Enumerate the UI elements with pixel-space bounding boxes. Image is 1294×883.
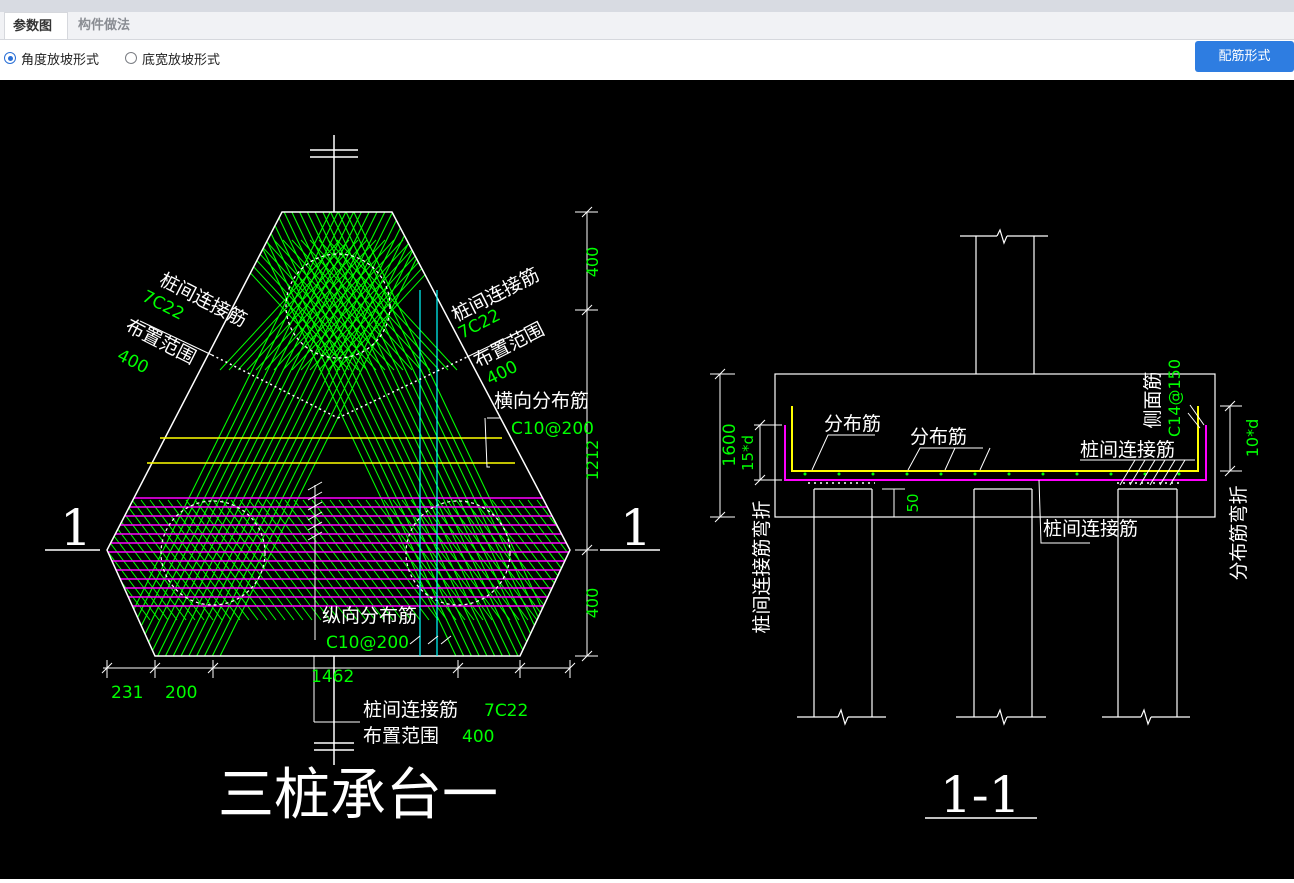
- radio-selected-icon: [4, 52, 16, 64]
- diagonal-rebar-bar: [216, 212, 509, 656]
- section-view: 1600 15*d 50 10*d 桩间连接筋弯折 分布筋弯折 侧面筋 C14@…: [710, 228, 1262, 824]
- radio-unselected-icon: [125, 52, 137, 64]
- rebar-dot: [871, 472, 875, 476]
- bottom-hatch-bar: [536, 499, 570, 621]
- diagonal-rebar-bar: [107, 212, 405, 656]
- horizontal-distribution-bars: [147, 437, 515, 464]
- dim-200-value: 200: [165, 683, 197, 703]
- window-top-strip: [0, 0, 1294, 12]
- value-vertical-distribution: C10@200: [326, 633, 409, 653]
- options-bar: 角度放坡形式 底宽放坡形式: [0, 40, 1294, 79]
- section-title: 1-1: [940, 766, 1021, 824]
- dim-231-value: 231: [111, 683, 143, 703]
- rebar-form-button[interactable]: 配筋形式: [1195, 41, 1294, 72]
- diagonal-rebar-bar: [151, 212, 455, 656]
- value-conn-bottom: 7C22: [484, 701, 528, 721]
- column-top-symbol: [310, 135, 358, 212]
- section-conn-bend-label: 桩间连接筋弯折: [751, 500, 773, 633]
- section-conn-label-bottom: 桩间连接筋: [1043, 518, 1138, 540]
- label-range-bottom: 布置范围: [363, 725, 439, 747]
- dim-1462-value: 1462: [311, 667, 354, 687]
- dim-top-value: 400: [583, 247, 602, 278]
- section-side-value: C14@150: [1165, 359, 1184, 437]
- rebar-dot: [939, 472, 943, 476]
- rebar-dot: [837, 472, 841, 476]
- drawing-svg: 1 1 400 1212 400 231 200 1462 桩间连接筋 7C22…: [45, 135, 1262, 828]
- section-dist-bend-label: 分布筋弯折: [1228, 485, 1250, 580]
- section-50-value: 50: [904, 493, 922, 512]
- rebar-dot: [1041, 472, 1045, 476]
- section-mark-right: 1: [620, 499, 652, 557]
- diagonal-rebar-bar: [164, 212, 468, 656]
- tab-component-method[interactable]: 构件做法: [70, 12, 148, 39]
- radio-angle-slope-label: 角度放坡形式: [21, 52, 100, 68]
- section-dist-label-1: 分布筋: [824, 413, 881, 435]
- section-column: [960, 228, 1048, 374]
- rebar-dot: [1075, 472, 1079, 476]
- section-rebar-dots: [803, 472, 1181, 476]
- label-conn-bottom: 桩间连接筋: [363, 699, 458, 721]
- section-side-label: 侧面筋: [1142, 371, 1164, 428]
- rebar-dot: [1007, 472, 1011, 476]
- section-15d-value: 15*d: [739, 435, 757, 471]
- radio-bottom-width-slope-label: 底宽放坡形式: [142, 52, 221, 68]
- rebar-dot: [905, 472, 909, 476]
- cad-drawing-canvas: 1 1 400 1212 400 231 200 1462 桩间连接筋 7C22…: [0, 80, 1294, 879]
- label-vertical-distribution: 纵向分布筋: [322, 605, 417, 627]
- tab-bar: 参数图 构件做法: [0, 12, 1294, 40]
- value-range-left-group: 400: [114, 346, 152, 379]
- section-10d-value: 10*d: [1243, 419, 1262, 458]
- section-conn-label-top: 桩间连接筋: [1080, 439, 1175, 461]
- radio-angle-slope[interactable]: 角度放坡形式: [4, 49, 100, 68]
- plan-view: 1 1 400 1212 400 231 200 1462 桩间连接筋 7C22…: [45, 135, 660, 828]
- vertical-distribution-bars: [107, 497, 570, 607]
- rebar-dot: [803, 472, 807, 476]
- rebar-dot: [1109, 472, 1113, 476]
- section-height-value: 1600: [720, 423, 740, 466]
- value-range-left: 400: [114, 346, 152, 379]
- dim-bottom-value: 400: [583, 588, 602, 619]
- plan-title: 三桩承台一: [218, 763, 498, 828]
- radio-bottom-width-slope[interactable]: 底宽放坡形式: [125, 49, 221, 68]
- diagonal-rebar-bar: [157, 212, 462, 656]
- dim-mid-value: 1212: [583, 440, 602, 481]
- tab-parameter-diagram[interactable]: 参数图: [4, 12, 68, 39]
- section-dist-label-2: 分布筋: [910, 426, 967, 448]
- rebar-dot: [973, 472, 977, 476]
- label-horizontal-distribution: 横向分布筋: [494, 390, 589, 412]
- value-range-bottom: 400: [462, 727, 494, 747]
- section-mark-left: 1: [60, 499, 92, 557]
- rebar-dot: [1177, 472, 1181, 476]
- value-horizontal-distribution: C10@200: [511, 419, 594, 439]
